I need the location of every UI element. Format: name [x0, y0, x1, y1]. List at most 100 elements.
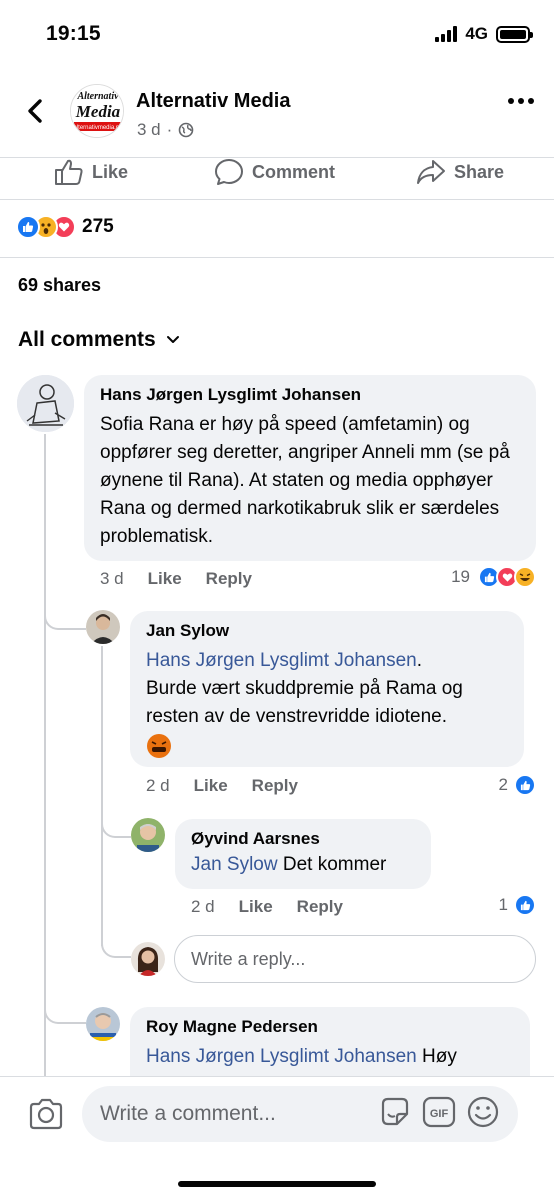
- comment-actions: 3 d Like Reply: [100, 569, 252, 589]
- camera-icon: [29, 1098, 63, 1130]
- mention-link[interactable]: Hans Jørgen Lysglimt Johansen: [146, 650, 417, 671]
- svg-text:GIF: GIF: [430, 1108, 449, 1120]
- alternativ-media-logo: Alternativ Media alternativmedia.no: [71, 85, 123, 137]
- person-photo-avatar-icon: [86, 610, 120, 644]
- camera-button[interactable]: [28, 1098, 64, 1135]
- gif-button[interactable]: GIF: [422, 1095, 456, 1134]
- mention-suffix: .: [416, 650, 422, 671]
- reactions-summary[interactable]: 275: [16, 215, 114, 239]
- divider: [0, 199, 554, 200]
- comment-like-button[interactable]: Like: [194, 776, 228, 796]
- comment-reaction-count: 19: [451, 567, 470, 586]
- shares-count[interactable]: 69 shares: [18, 275, 101, 296]
- gif-icon: GIF: [422, 1096, 456, 1127]
- comment-time: 2 d: [191, 897, 215, 916]
- comment-label: Comment: [252, 161, 336, 182]
- comment-bubble: Øyvind Aarsnes Jan Sylow Det kommer: [175, 819, 431, 889]
- person-photo-avatar-icon: [131, 818, 165, 852]
- thread-connector: [101, 810, 131, 838]
- status-indicators: 4G: [435, 24, 533, 44]
- comment-text: Sofia Rana er høy på speed (amfetamin) o…: [100, 414, 510, 547]
- chevron-left-icon: [28, 99, 42, 123]
- battery-icon: [496, 25, 533, 43]
- comment-like-button[interactable]: Like: [239, 897, 273, 917]
- avatar[interactable]: [86, 1007, 120, 1041]
- comment-like-button[interactable]: Like: [148, 569, 182, 589]
- thread-line: [44, 434, 46, 1076]
- avatar[interactable]: [17, 375, 74, 432]
- comment-text: Høy: [422, 1046, 457, 1067]
- sort-label: All comments: [18, 328, 156, 351]
- comment-action-button[interactable]: Comment: [214, 154, 335, 190]
- post-meta: 3 d ·: [137, 120, 194, 140]
- svg-text:alternativmedia.no: alternativmedia.no: [73, 125, 123, 131]
- thread-line: [101, 646, 103, 946]
- share-label: Share: [454, 161, 505, 182]
- like-reaction-icon: [514, 894, 536, 916]
- person-photo-avatar-icon: [131, 942, 165, 976]
- svg-text:Media: Media: [75, 102, 121, 121]
- like-label: Like: [92, 161, 129, 182]
- like-reaction-icon: [16, 215, 40, 239]
- meta-separator: ·: [166, 120, 173, 139]
- comment-author[interactable]: Hans Jørgen Lysglimt Johansen: [100, 385, 520, 405]
- post-time: 3 d: [137, 120, 161, 139]
- comment-text: Burde vært skuddpremie på Rama og resten…: [146, 678, 463, 727]
- comment-time: 3 d: [100, 569, 124, 588]
- share-action-button[interactable]: Share: [416, 154, 504, 190]
- globe-icon: [179, 122, 194, 138]
- emoji-button[interactable]: [466, 1095, 500, 1134]
- thread-connector: [44, 600, 86, 630]
- avatar[interactable]: [86, 610, 120, 644]
- comment-reactions[interactable]: 19: [451, 566, 536, 588]
- sticker-button[interactable]: [378, 1095, 412, 1134]
- haha-reaction-icon: [514, 566, 536, 588]
- comment-author[interactable]: Roy Magne Pedersen: [146, 1017, 514, 1037]
- svg-text:Alternativ: Alternativ: [76, 91, 119, 102]
- comment-reactions[interactable]: 2: [499, 774, 536, 796]
- comment-sort-dropdown[interactable]: All comments: [18, 328, 180, 352]
- person-sketch-avatar-icon: [17, 375, 74, 432]
- reply-input[interactable]: Write a reply...: [174, 935, 536, 983]
- current-user-avatar: [131, 942, 165, 976]
- comment-reactions[interactable]: 1: [499, 894, 536, 916]
- more-options-button[interactable]: [508, 98, 534, 104]
- chevron-down-icon: [166, 336, 179, 343]
- comment-time: 2 d: [146, 776, 170, 795]
- status-time: 19:15: [46, 22, 101, 45]
- comment-bubble: Jan Sylow Hans Jørgen Lysglimt Johansen.…: [130, 611, 524, 767]
- comment-reply-button[interactable]: Reply: [252, 776, 298, 796]
- mention-link[interactable]: Hans Jørgen Lysglimt Johansen: [146, 1046, 417, 1067]
- comment-author[interactable]: Jan Sylow: [146, 621, 508, 641]
- like-reaction-icon: [514, 774, 536, 796]
- share-arrow-icon: [417, 160, 445, 184]
- avatar[interactable]: [131, 818, 165, 852]
- sticker-icon: [381, 1097, 409, 1125]
- comment-reply-button[interactable]: Reply: [206, 569, 252, 589]
- comment-author[interactable]: Øyvind Aarsnes: [191, 829, 415, 849]
- comment-bubble: Hans Jørgen Lysglimt Johansen Sofia Rana…: [84, 375, 536, 561]
- reaction-count: 275: [82, 216, 114, 237]
- network-type: 4G: [465, 24, 488, 43]
- page-avatar[interactable]: Alternativ Media alternativmedia.no: [70, 84, 124, 138]
- angry-emoji-icon: [147, 734, 171, 758]
- thread-connector: [101, 930, 131, 958]
- comment-reply-button[interactable]: Reply: [297, 897, 343, 917]
- person-photo-avatar-icon: [86, 1007, 120, 1041]
- home-indicator: [178, 1181, 376, 1187]
- more-dots-icon: [508, 98, 534, 104]
- page-name[interactable]: Alternativ Media: [136, 90, 290, 113]
- back-button[interactable]: [22, 96, 50, 126]
- reply-placeholder: Write a reply...: [191, 948, 306, 969]
- mention-link[interactable]: Jan Sylow: [191, 854, 278, 875]
- speech-bubble-icon: [215, 159, 243, 185]
- smiley-icon: [467, 1096, 499, 1127]
- comment-text: Det kommer: [282, 854, 387, 875]
- comment-input[interactable]: Write a comment... GIF: [82, 1086, 518, 1142]
- comment-placeholder: Write a comment...: [100, 1102, 276, 1125]
- thread-connector: [44, 996, 86, 1024]
- comment-reaction-count: 2: [498, 775, 508, 794]
- like-action-button[interactable]: Like: [54, 154, 128, 190]
- divider: [0, 257, 554, 258]
- thumbs-up-icon: [55, 159, 83, 185]
